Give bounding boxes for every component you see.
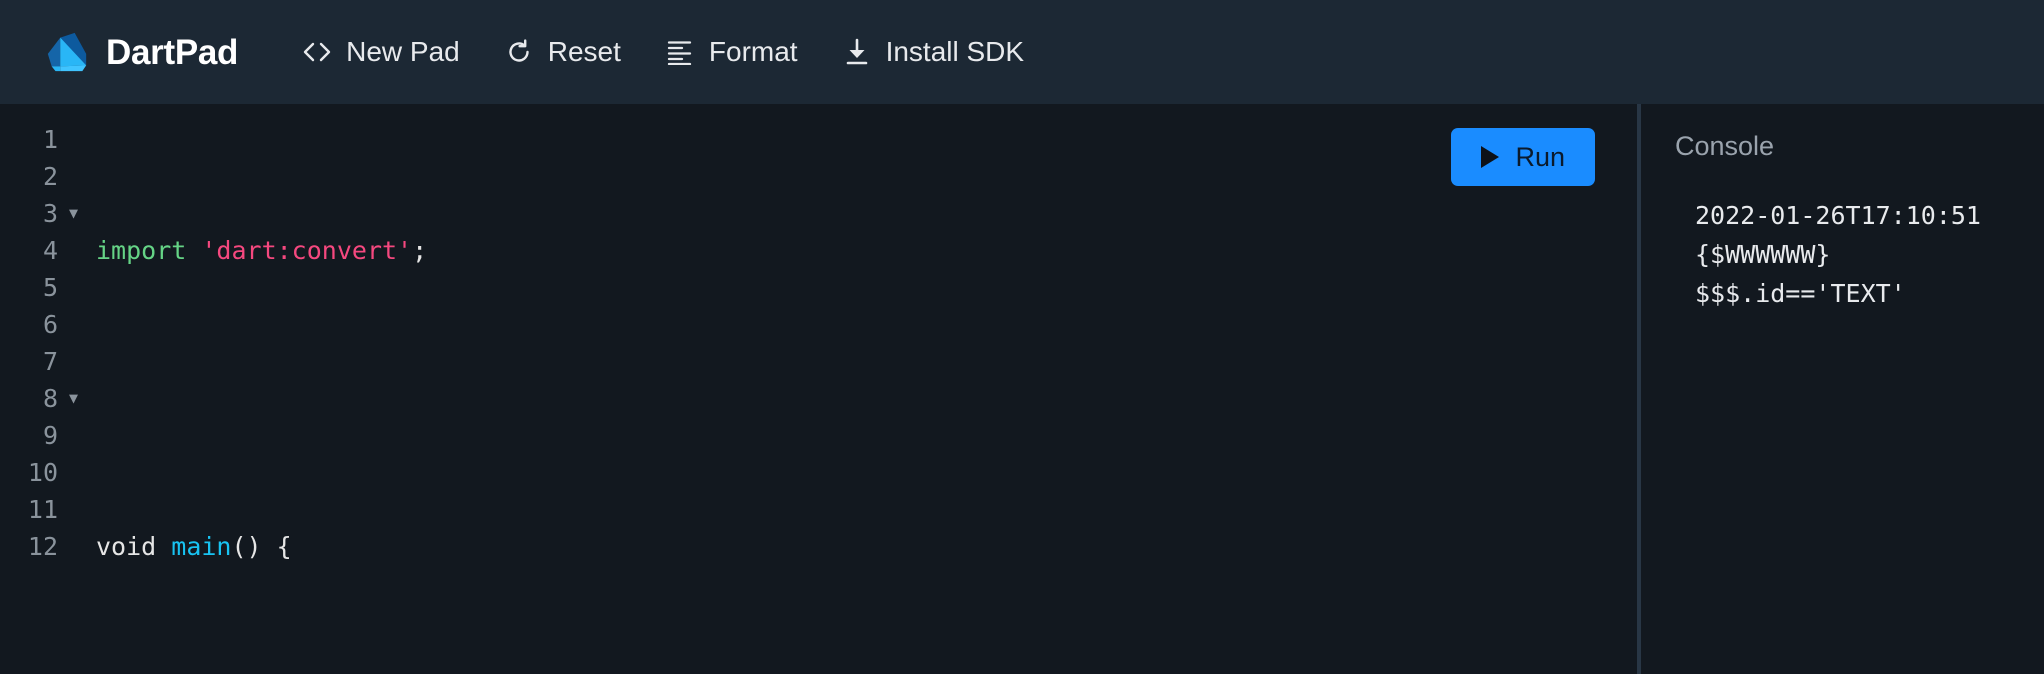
- line-number: 4: [42, 236, 58, 265]
- code-line[interactable]: import 'dart:convert';: [96, 232, 1436, 269]
- new-pad-button[interactable]: New Pad: [280, 29, 482, 75]
- line-number: 8 ▼: [0, 380, 78, 417]
- code-area[interactable]: 1 2 3 ▼ 4 5 6 7 8 ▼ 9 10 11 12 import 'dar…: [0, 104, 1637, 674]
- console-output: 2022-01-26T17:10:51 {$WWWWWW} $$$.id=='T…: [1695, 201, 1981, 309]
- dart-logo-icon: [44, 29, 90, 75]
- main-body: 1 2 3 ▼ 4 5 6 7 8 ▼ 9 10 11 12 import 'dar…: [0, 104, 2044, 674]
- line-number: 5: [42, 273, 58, 302]
- line-number: 12: [27, 532, 58, 561]
- refresh-icon: [504, 37, 534, 67]
- fold-toggle-icon[interactable]: ▼: [69, 380, 78, 417]
- console-panel: Console 2022-01-26T17:10:51 {$WWWWWW} $$…: [1637, 104, 2044, 674]
- code-line[interactable]: void main() {: [96, 528, 1436, 565]
- line-number: 3 ▼: [0, 195, 78, 232]
- new-pad-label: New Pad: [346, 36, 460, 67]
- dartpad-app: DartPad New Pad Reset Format Install SDK…: [0, 0, 2044, 674]
- line-number: 7: [42, 347, 58, 376]
- format-label: Format: [708, 36, 798, 67]
- play-icon: [1481, 146, 1500, 168]
- format-button[interactable]: Format: [643, 29, 820, 75]
- line-number: 2: [42, 162, 58, 191]
- line-number: 11: [27, 495, 58, 524]
- brand-name: DartPad: [106, 32, 239, 72]
- run-label: Run: [1515, 141, 1565, 172]
- code-editor[interactable]: 1 2 3 ▼ 4 5 6 7 8 ▼ 9 10 11 12 import 'dar…: [0, 104, 1637, 674]
- code-brackets-icon: [302, 37, 332, 67]
- code-token-keyword: import: [96, 236, 187, 265]
- code-token-string: 'dart:convert': [201, 236, 413, 265]
- code-token-function: main: [171, 532, 232, 561]
- console-title: Console: [1675, 131, 1775, 161]
- line-number: 6: [42, 310, 58, 339]
- run-button[interactable]: Run: [1451, 128, 1595, 186]
- format-lines-icon: [665, 37, 695, 67]
- code-lines[interactable]: import 'dart:convert'; void main() { Str…: [62, 121, 1436, 674]
- fold-toggle-icon[interactable]: ▼: [69, 195, 78, 232]
- app-header: DartPad New Pad Reset Format Install SDK: [0, 0, 2044, 104]
- reset-button[interactable]: Reset: [482, 29, 643, 75]
- line-number: 10: [27, 458, 58, 487]
- install-sdk-label: Install SDK: [885, 36, 1025, 67]
- download-icon: [842, 37, 872, 67]
- line-number: 1: [42, 125, 58, 154]
- reset-label: Reset: [547, 36, 621, 67]
- install-sdk-button[interactable]: Install SDK: [820, 29, 1047, 75]
- line-number: 9: [42, 421, 58, 450]
- code-line[interactable]: [96, 380, 1436, 417]
- brand: DartPad: [44, 29, 238, 75]
- line-number-gutter: 1 2 3 ▼ 4 5 6 7 8 ▼ 9 10 11 12: [0, 121, 78, 674]
